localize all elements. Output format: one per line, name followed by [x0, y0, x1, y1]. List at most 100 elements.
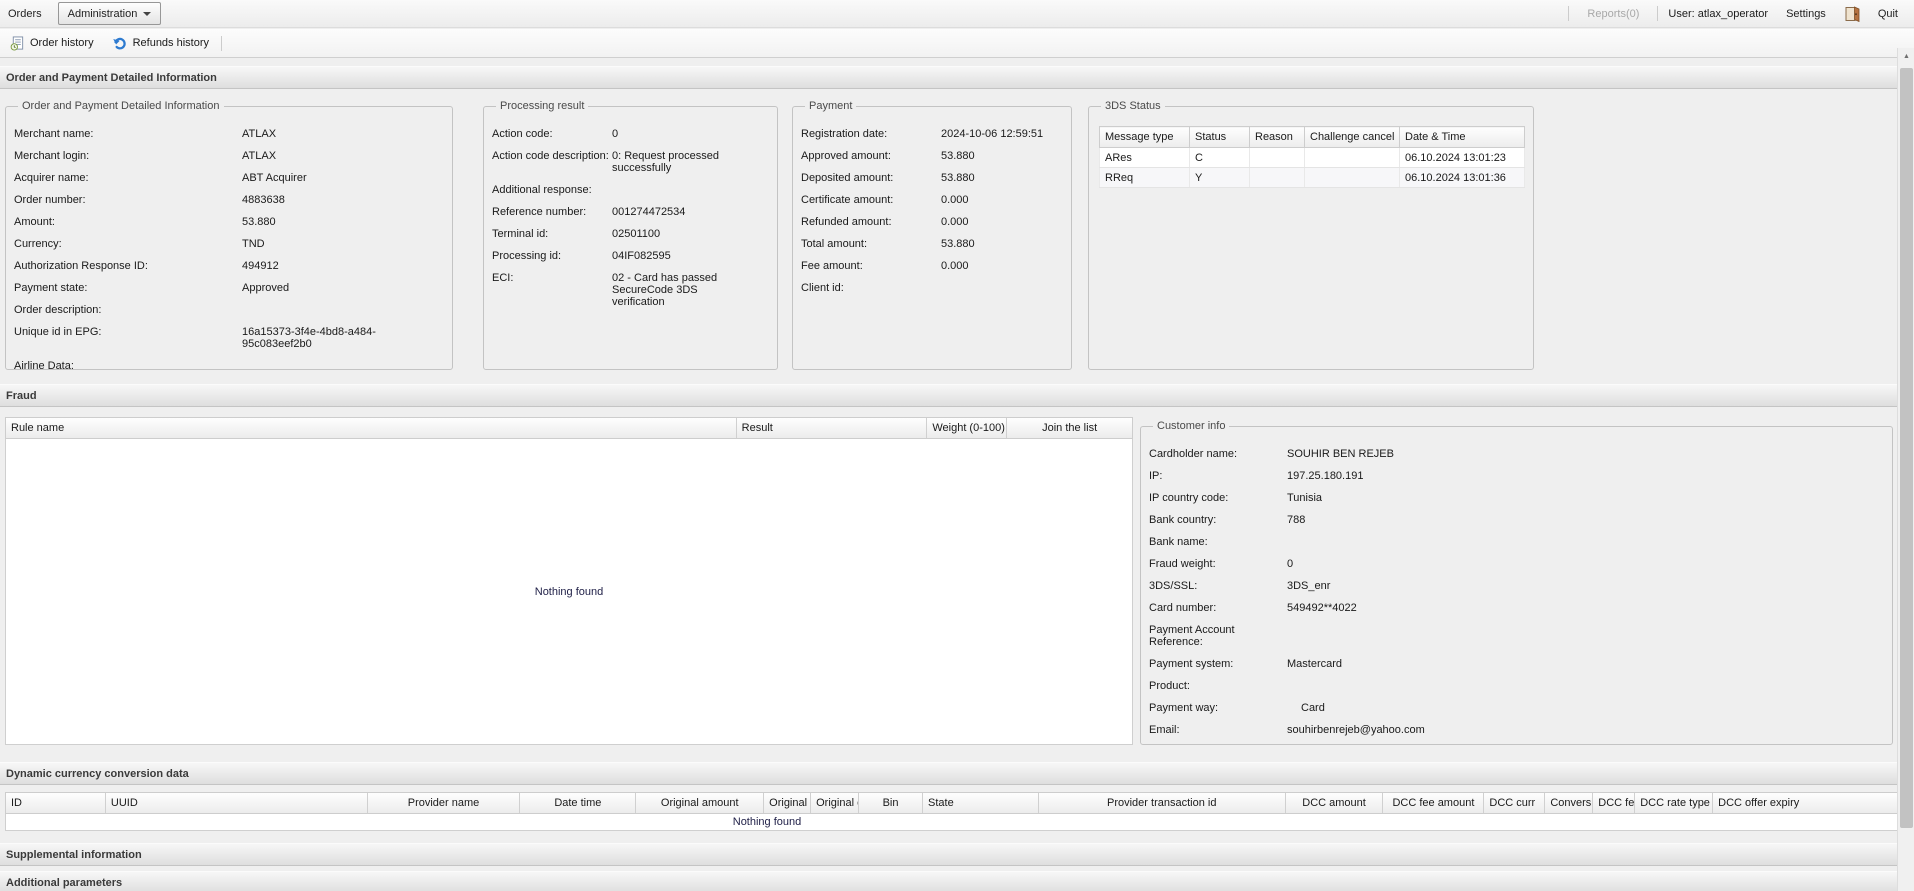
column-header[interactable]: Original c: [811, 793, 859, 813]
column-header[interactable]: Original f: [764, 793, 811, 813]
field-row: Bank name:: [1149, 536, 1884, 548]
column-header[interactable]: Reason: [1250, 127, 1305, 148]
threeds-table: Message type Status Reason Challenge can…: [1099, 126, 1525, 188]
field-label: Email:: [1149, 724, 1287, 736]
toolbar: Order history Refunds history: [0, 29, 1914, 58]
field-value: 0.000: [941, 216, 1063, 228]
threeds-header-row: Message type Status Reason Challenge can…: [1100, 127, 1525, 148]
field-label: Reference number:: [492, 206, 612, 218]
column-header[interactable]: Bin: [859, 793, 923, 813]
field-label: Action code description:: [492, 150, 612, 174]
field-label: Airline Data:: [14, 360, 242, 372]
field-label: Payment Account Reference:: [1149, 624, 1249, 648]
order-info-panel: Order and Payment Detailed Information M…: [5, 100, 453, 370]
field-value: 0.000: [941, 260, 1063, 272]
field-label: Order number:: [14, 194, 242, 206]
order-history-button[interactable]: Order history: [4, 34, 100, 53]
section-main-title: Order and Payment Detailed Information: [0, 66, 1897, 89]
menu-quit[interactable]: Quit: [1870, 8, 1906, 20]
menu-settings[interactable]: Settings: [1778, 8, 1834, 20]
field-row: Processing id:04IF082595: [492, 250, 769, 262]
field-value: 494912: [242, 260, 444, 272]
menubar-separator: [1568, 6, 1569, 21]
column-header[interactable]: Weight (0-100): [927, 418, 1007, 438]
field-value: 001274472534: [612, 206, 730, 218]
fraud-table-body: Nothing found: [5, 439, 1133, 745]
column-header[interactable]: Provider transaction id: [1039, 793, 1286, 813]
threeds-legend: 3DS Status: [1101, 100, 1165, 112]
field-value: 53.880: [242, 216, 444, 228]
field-row: Currency:TND: [14, 238, 444, 250]
column-header[interactable]: Conversi: [1545, 793, 1593, 813]
field-row: Email:souhirbenrejeb@yahoo.com: [1149, 724, 1884, 736]
column-header[interactable]: DCC offer expiry: [1713, 793, 1903, 813]
column-header[interactable]: Provider name: [368, 793, 521, 813]
column-header[interactable]: Status: [1190, 127, 1250, 148]
column-header[interactable]: State: [923, 793, 1039, 813]
menu-reports[interactable]: Reports(0): [1579, 8, 1647, 20]
field-label: Payment system:: [1149, 658, 1287, 670]
field-row: Fee amount:0.000: [801, 260, 1063, 272]
field-row: Approved amount:53.880: [801, 150, 1063, 162]
menu-orders[interactable]: Orders: [0, 8, 50, 20]
field-label: Bank name:: [1149, 536, 1287, 548]
section-fraud: Fraud: [0, 384, 1897, 407]
field-row: Additional response:: [492, 184, 769, 196]
cell: RReq: [1100, 168, 1190, 188]
section-additional-parameters[interactable]: Additional parameters: [0, 871, 1897, 891]
refunds-history-icon: [112, 36, 128, 51]
field-row: Order number:4883638: [14, 194, 444, 206]
column-header[interactable]: DCC curr: [1484, 793, 1545, 813]
column-header[interactable]: UUID: [106, 793, 368, 813]
column-header[interactable]: Date time: [520, 793, 636, 813]
field-label: Payment way:: [1149, 702, 1287, 714]
field-value: 4883638: [242, 194, 444, 206]
column-header[interactable]: DCC fee: [1593, 793, 1635, 813]
cell: C: [1190, 148, 1250, 168]
table-row[interactable]: ARes C 06.10.2024 13:01:23: [1100, 148, 1525, 168]
field-label: IP country code:: [1149, 492, 1287, 504]
column-header[interactable]: ID: [6, 793, 106, 813]
refunds-history-button[interactable]: Refunds history: [106, 34, 215, 53]
vertical-scrollbar[interactable]: ▲: [1897, 48, 1914, 891]
order-info-legend: Order and Payment Detailed Information: [18, 100, 224, 112]
field-value: 0: [612, 128, 730, 140]
menubar: Orders Administration Reports(0) User: a…: [0, 0, 1914, 28]
field-row: Payment way:Card: [1149, 702, 1884, 714]
column-header[interactable]: Rule name: [6, 418, 737, 438]
field-value: 0.000: [941, 194, 1063, 206]
column-header[interactable]: DCC fee amount: [1383, 793, 1484, 813]
menu-administration[interactable]: Administration: [58, 2, 162, 25]
field-label: Bank country:: [1149, 514, 1287, 526]
column-header[interactable]: DCC rate type: [1635, 793, 1713, 813]
scroll-up-icon[interactable]: ▲: [1898, 48, 1914, 65]
exit-door-icon[interactable]: [1844, 6, 1860, 22]
column-header[interactable]: Challenge cancel: [1305, 127, 1400, 148]
field-label: 3DS/SSL:: [1149, 580, 1287, 592]
field-value: Approved: [242, 282, 444, 294]
field-label: Product:: [1149, 680, 1287, 692]
column-header[interactable]: Join the list: [1007, 418, 1132, 438]
table-row[interactable]: RReq Y 06.10.2024 13:01:36: [1100, 168, 1525, 188]
field-row: Registration date:2024-10-06 12:59:51: [801, 128, 1063, 140]
field-row: Client id:: [801, 282, 1063, 294]
field-label: Certificate amount:: [801, 194, 941, 206]
column-header[interactable]: Date & Time: [1400, 127, 1525, 148]
column-header[interactable]: Message type: [1100, 127, 1190, 148]
field-label: Action code:: [492, 128, 612, 140]
refunds-history-label: Refunds history: [133, 37, 209, 49]
column-header[interactable]: DCC amount: [1286, 793, 1384, 813]
field-row: Terminal id:02501100: [492, 228, 769, 240]
field-label: IP:: [1149, 470, 1287, 482]
column-header[interactable]: Original amount: [636, 793, 764, 813]
field-row: Unique id in EPG:16a15373-3f4e-4bd8-a484…: [14, 326, 444, 350]
field-row: Airline Data:: [14, 360, 444, 372]
field-value: SOUHIR BEN REJEB: [1287, 448, 1884, 460]
scrollbar-thumb[interactable]: [1900, 68, 1913, 828]
section-supplemental[interactable]: Supplemental information: [0, 843, 1897, 866]
column-header[interactable]: Result: [737, 418, 928, 438]
field-row: Card number:549492**4022: [1149, 602, 1884, 614]
field-row: Order description:: [14, 304, 444, 316]
field-label: Payment state:: [14, 282, 242, 294]
payment-legend: Payment: [805, 100, 856, 112]
